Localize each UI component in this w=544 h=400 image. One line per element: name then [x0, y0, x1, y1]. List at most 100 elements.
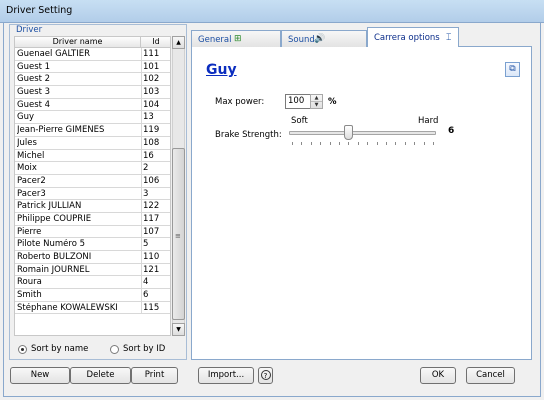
slider-tick: [292, 142, 293, 145]
column-separator: [141, 225, 142, 238]
driver-name-cell: Jean-Pierre GIMENES: [17, 125, 105, 136]
tab-general-label: General: [198, 35, 232, 45]
list-item[interactable]: Smith 6: [15, 289, 170, 302]
list-item[interactable]: Guest 2 102: [15, 73, 170, 87]
driver-name-cell: Roura: [17, 277, 42, 288]
help-icon: ?: [260, 370, 271, 380]
sort-by-id-label: Sort by ID: [123, 344, 166, 354]
list-item[interactable]: Patrick JULLIAN 122: [15, 200, 170, 213]
driver-id-cell: 101: [143, 61, 160, 72]
driver-name-cell: Pilote Numéro 5: [17, 239, 85, 250]
list-item[interactable]: Guest 1 101: [15, 60, 170, 74]
scroll-down-arrow-icon[interactable]: ▼: [172, 323, 185, 336]
column-separator: [141, 174, 142, 187]
column-separator: [141, 289, 142, 301]
driver-id-cell: 102: [143, 74, 160, 85]
tab-sound[interactable]: Sound 🔊: [281, 30, 367, 47]
list-item[interactable]: Guest 3 103: [15, 86, 170, 99]
list-item[interactable]: Guy 13: [15, 111, 170, 125]
copy-icon: ⧉: [509, 64, 516, 74]
driver-rows: Guenael GALTIER 111 Guest 1 101 Guest 2 102 Gu…: [15, 48, 170, 315]
max-power-spinner[interactable]: ▲ ▼: [310, 94, 323, 109]
sort-by-name-label: Sort by name: [31, 344, 89, 354]
driver-name-cell: Jules: [17, 137, 37, 148]
slider-tick: [339, 142, 340, 145]
column-separator: [141, 48, 142, 60]
import-button[interactable]: Import...: [198, 367, 254, 384]
list-item[interactable]: Philippe COUPRIE 117: [15, 212, 170, 226]
list-item[interactable]: Guest 4 104: [15, 98, 170, 112]
list-item[interactable]: Jean-Pierre GIMENES 119: [15, 124, 170, 137]
driver-name-cell: Pacer3: [17, 188, 46, 199]
driver-id-cell: 13: [143, 112, 154, 123]
driver-id-cell: 6: [143, 290, 149, 301]
spin-up-icon[interactable]: ▲: [311, 95, 322, 102]
list-item[interactable]: Moix 2: [15, 162, 170, 175]
driver-name-cell: Pacer2: [17, 175, 46, 186]
driver-id-cell: 106: [143, 175, 160, 186]
driver-list[interactable]: Driver name Id Guenael GALTIER 111 Guest 1…: [14, 36, 171, 336]
slider-tick: [320, 142, 322, 145]
tab-carrera-options[interactable]: Carrera options ⌶: [367, 27, 459, 47]
list-item[interactable]: Jules 108: [15, 136, 170, 150]
max-power-input[interactable]: 100: [285, 94, 312, 109]
list-item[interactable]: Michel 16: [15, 149, 170, 163]
column-separator: [141, 263, 142, 276]
column-separator: [141, 124, 142, 136]
driver-name-cell: Patrick JULLIAN: [17, 201, 82, 212]
column-separator: [141, 212, 142, 225]
brake-strength-slider-track[interactable]: [289, 131, 436, 135]
list-item[interactable]: Pilote Numéro 5 5: [15, 238, 170, 251]
sort-by-name-radio[interactable]: [18, 344, 27, 354]
list-item[interactable]: Pierre 107: [15, 225, 170, 239]
slider-tick: [395, 142, 397, 145]
copy-settings-button[interactable]: ⧉: [505, 62, 520, 77]
list-item[interactable]: Pacer3 3: [15, 187, 170, 201]
scrollbar-grip-icon: ≡: [175, 232, 181, 240]
driver-name-cell: Guest 1: [17, 61, 51, 72]
driver-id-cell: 115: [143, 302, 160, 313]
list-item[interactable]: Roberto BULZONI 110: [15, 251, 170, 264]
brake-strength-slider-thumb[interactable]: [344, 125, 354, 140]
new-button[interactable]: New: [10, 367, 70, 384]
column-header-id[interactable]: Id: [141, 37, 170, 48]
column-separator: [141, 251, 142, 263]
spin-down-icon[interactable]: ▼: [311, 102, 322, 108]
list-item[interactable]: Romain JOURNEL 121: [15, 263, 170, 277]
list-item[interactable]: Pacer2 106: [15, 174, 170, 188]
list-item[interactable]: Guenael GALTIER 111: [15, 48, 170, 61]
list-item[interactable]: Roura 4: [15, 276, 170, 290]
driver-id-cell: 110: [143, 252, 160, 262]
brake-hard-label: Hard: [418, 116, 439, 126]
sort-by-name-option[interactable]: Sort by name: [18, 344, 88, 354]
tab-general[interactable]: General ⊞: [191, 30, 281, 47]
ok-button[interactable]: OK: [420, 367, 456, 384]
driver-name-cell: Guy: [17, 112, 35, 123]
driver-id-cell: 121: [143, 264, 160, 275]
driver-group-legend: Driver: [14, 25, 45, 35]
tab-carrera-label: Carrera options: [374, 33, 440, 43]
column-separator: [141, 162, 142, 174]
driver-id-cell: 107: [143, 226, 160, 237]
sort-by-id-option[interactable]: Sort by ID: [110, 344, 165, 354]
delete-button[interactable]: Delete: [70, 367, 131, 384]
cancel-button[interactable]: Cancel: [466, 367, 515, 384]
slider-tick: [301, 142, 303, 145]
speaker-icon: 🔊: [314, 34, 326, 44]
slider-tick: [414, 142, 416, 145]
scroll-up-arrow-icon[interactable]: ▲: [172, 36, 185, 49]
list-item[interactable]: Stéphane KOWALEWSKI 115: [15, 301, 170, 315]
driver-name-cell: Moix: [17, 163, 37, 174]
driver-name-cell: Roberto BULZONI: [17, 252, 92, 262]
sort-by-id-radio[interactable]: [110, 344, 119, 354]
driver-id-cell: 108: [143, 137, 160, 148]
print-button[interactable]: Print: [131, 367, 178, 384]
driver-id-cell: 4: [143, 277, 149, 288]
column-separator: [141, 238, 142, 250]
brake-strength-label: Brake Strength:: [215, 130, 282, 140]
column-header-driver-name[interactable]: Driver name: [15, 37, 141, 48]
help-button[interactable]: ?: [258, 367, 273, 384]
track-icon: ⌶: [446, 33, 452, 43]
tab-panel: [191, 46, 532, 360]
title-bar: Driver Setting: [0, 0, 544, 23]
